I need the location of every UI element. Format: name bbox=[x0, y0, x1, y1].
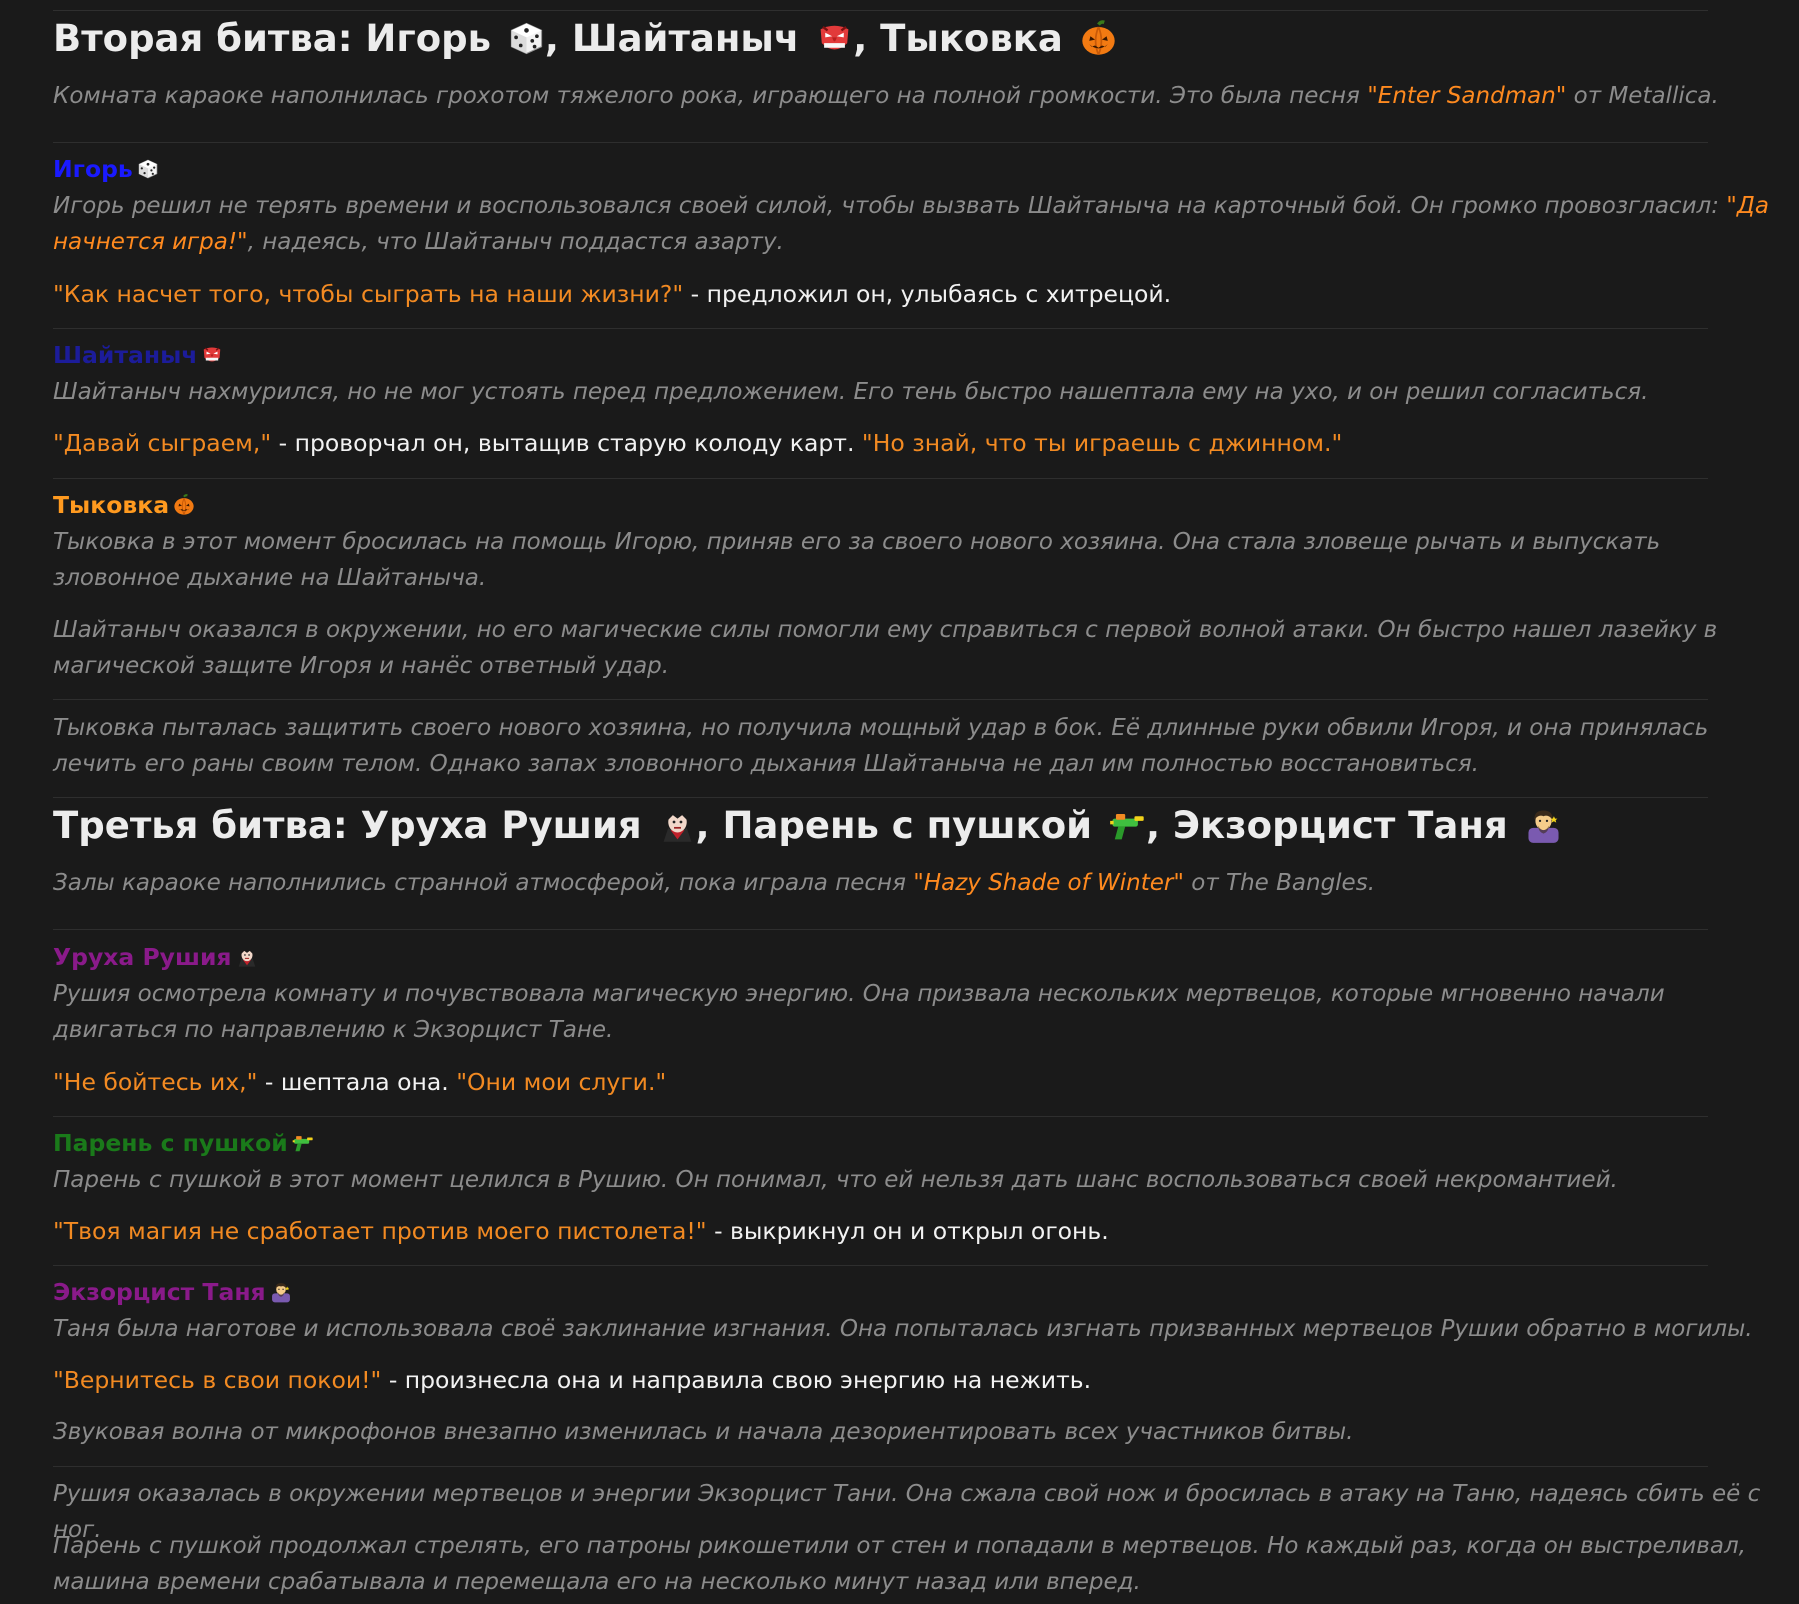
rushiya-speech-quote-2: "Они мои слуги." bbox=[456, 1068, 667, 1096]
shaitanych-speech-quote-2: "Но знай, что ты играешь с джинном." bbox=[861, 429, 1343, 457]
character-name-igor: Игорь bbox=[53, 153, 159, 185]
igor-narration-text: Игорь решил не терять времени и воспольз… bbox=[53, 193, 1727, 219]
character-name-gunguy: Парень с пушкой bbox=[53, 1127, 314, 1159]
character-name-rushiya: Уруха Рушия bbox=[53, 941, 258, 973]
vampire-icon bbox=[236, 946, 258, 968]
character-name-tykovka: Тыковка bbox=[53, 489, 195, 521]
rushiya-speech: "Не бойтесь их," - шептала она. "Они мои… bbox=[53, 1064, 666, 1100]
tanya-narration: Таня была наготове и использовала своё з… bbox=[53, 1316, 1753, 1342]
battle-2-title-text: Вторая битва: Игорь bbox=[53, 17, 492, 60]
dice-icon bbox=[137, 158, 159, 180]
divider bbox=[53, 478, 1708, 479]
igor-speech-text: - предложил он, улыбаясь с хитрецой. bbox=[683, 280, 1172, 308]
battle-2-intro: Комната караоке наполнилась грохотом тяж… bbox=[53, 78, 1773, 114]
battle-3-title-text-3: , Экзорцист Таня bbox=[1145, 804, 1508, 847]
divider bbox=[53, 1116, 1708, 1117]
shaitanych-speech: "Давай сыграем," - проворчал он, вытащив… bbox=[53, 425, 1342, 461]
tanya-speech: "Вернитесь в свои покои!" - произнесла о… bbox=[53, 1362, 1091, 1398]
rushiya-name-text: Уруха Рушия bbox=[53, 943, 232, 971]
tanya-speech-text: - произнесла она и направила свою энерги… bbox=[381, 1366, 1092, 1394]
water-gun-icon bbox=[1109, 807, 1146, 844]
shaitanych-narration: Шайтаныч нахмурился, но не мог устоять п… bbox=[53, 379, 1649, 405]
intro-text: Комната караоке наполнилась грохотом тяж… bbox=[53, 83, 1368, 109]
battle-3-title-text: Третья битва: Уруха Рушия bbox=[53, 804, 642, 847]
battle-narration: Шайтаныч оказался в окружении, но его ма… bbox=[53, 617, 1718, 679]
intro-text-2: от Metallica. bbox=[1566, 83, 1719, 109]
battle-3-title-text-2: , Парень с пушкой bbox=[695, 804, 1093, 847]
tykovka-name-text: Тыковка bbox=[53, 491, 170, 519]
battle-narration: Парень с пушкой продолжал стрелять, его … bbox=[53, 1533, 1746, 1595]
divider bbox=[53, 1265, 1708, 1266]
igor-narration-text-2: , надеясь, что Шайтаныч поддастся азарту… bbox=[247, 229, 784, 255]
song-title: "Enter Sandman" bbox=[1367, 83, 1567, 109]
battle-2-title-text-3: , Тыковка bbox=[853, 17, 1063, 60]
gunguy-speech-quote: "Твоя магия не сработает против моего пи… bbox=[53, 1217, 707, 1245]
divider bbox=[53, 1466, 1708, 1467]
divider bbox=[53, 142, 1708, 143]
mage-icon bbox=[270, 1281, 292, 1303]
dice-icon bbox=[508, 20, 545, 57]
song-title: "Hazy Shade of Winter" bbox=[913, 870, 1184, 896]
igor-name-text: Игорь bbox=[53, 155, 133, 183]
rushiya-speech-text: - шептала она. bbox=[257, 1068, 457, 1096]
battle-3-title: Третья битва: Уруха Рушия , Парень с пуш… bbox=[53, 804, 1562, 848]
vampire-icon bbox=[659, 807, 696, 844]
goblin-mask-icon bbox=[816, 20, 853, 57]
gunguy-speech: "Твоя магия не сработает против моего пи… bbox=[53, 1213, 1109, 1249]
divider bbox=[53, 797, 1708, 798]
gunguy-name-text: Парень с пушкой bbox=[53, 1129, 288, 1157]
divider bbox=[53, 10, 1708, 11]
rushiya-narration: Рушия осмотрела комнату и почувствовала … bbox=[53, 981, 1665, 1043]
gunguy-speech-text: - выкрикнул он и открыл огонь. bbox=[706, 1217, 1109, 1245]
gunguy-narration: Парень с пушкой в этот момент целился в … bbox=[53, 1167, 1618, 1193]
igor-narration: Игорь решил не терять времени и воспольз… bbox=[53, 188, 1773, 260]
igor-speech: "Как насчет того, чтобы сыграть на наши … bbox=[53, 276, 1171, 312]
battle-narration: Звуковая волна от микрофонов внезапно из… bbox=[53, 1419, 1354, 1445]
character-name-shaitanych: Шайтаныч bbox=[53, 339, 223, 371]
rushiya-speech-quote: "Не бойтесь их," bbox=[53, 1068, 258, 1096]
shaitanych-speech-quote: "Давай сыграем," bbox=[53, 429, 272, 457]
character-name-tanya: Экзорцист Таня bbox=[53, 1276, 292, 1308]
water-gun-icon bbox=[292, 1132, 314, 1154]
battle-3-intro: Залы караоке наполнились странной атмосф… bbox=[53, 865, 1773, 901]
igor-speech-quote: "Как насчет того, чтобы сыграть на наши … bbox=[53, 280, 684, 308]
tykovka-narration: Тыковка в этот момент бросилась на помощ… bbox=[53, 529, 1661, 591]
battle-2-title: Вторая битва: Игорь , Шайтаныч , Тыковка bbox=[53, 17, 1117, 61]
divider bbox=[53, 699, 1708, 700]
pumpkin-icon bbox=[1080, 20, 1117, 57]
divider bbox=[53, 929, 1708, 930]
battle-narration: Тыковка пыталась защитить своего нового … bbox=[53, 715, 1709, 777]
shaitanych-speech-text: - проворчал он, вытащив старую колоду ка… bbox=[271, 429, 862, 457]
divider bbox=[53, 328, 1708, 329]
mage-icon bbox=[1525, 807, 1562, 844]
tanya-name-text: Экзорцист Таня bbox=[53, 1278, 266, 1306]
intro-text: Залы караоке наполнились странной атмосф… bbox=[53, 870, 914, 896]
battle-2-title-text-2: , Шайтаныч bbox=[544, 17, 800, 60]
shaitanych-name-text: Шайтаныч bbox=[53, 341, 198, 369]
tanya-speech-quote: "Вернитесь в свои покои!" bbox=[53, 1366, 382, 1394]
goblin-mask-icon bbox=[201, 344, 223, 366]
pumpkin-icon bbox=[173, 494, 195, 516]
intro-text-2: от The Bangles. bbox=[1183, 870, 1376, 896]
